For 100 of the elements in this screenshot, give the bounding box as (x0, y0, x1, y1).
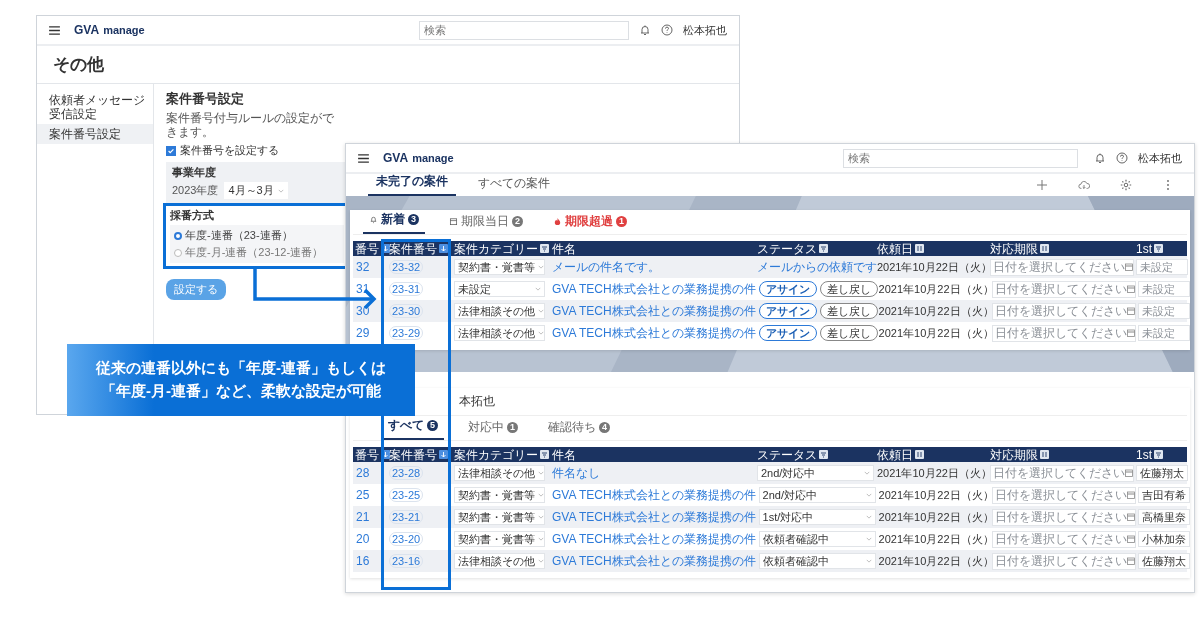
column-header[interactable]: 依頼日 (877, 241, 924, 256)
user-name[interactable]: 松本拓也 (1138, 150, 1182, 166)
category-select[interactable]: 契約書・覚書等 (454, 259, 545, 275)
category-select[interactable]: 契約書・覚書等 (454, 487, 545, 503)
subject-link[interactable]: GVA TECH株式会社との業務提携の件 (552, 552, 756, 570)
subject-link[interactable]: GVA TECH株式会社との業務提携の件 (552, 530, 756, 548)
assignee-field[interactable]: 小林加奈 (1137, 531, 1190, 547)
filter-icon[interactable] (1154, 450, 1163, 459)
column-header[interactable]: 件名 (552, 447, 576, 462)
subject-link[interactable]: GVA TECH株式会社との業務提携の件 (552, 486, 756, 504)
assignee-field[interactable]: 未設定 (1136, 259, 1188, 275)
tab[interactable]: すべての案件 (470, 175, 558, 196)
tab[interactable]: 確認待ち 4 (542, 419, 617, 440)
sort-icon[interactable] (381, 450, 390, 459)
help-icon[interactable] (661, 24, 673, 36)
radio-button[interactable] (174, 231, 182, 240)
menu-icon[interactable] (358, 153, 369, 163)
column-header[interactable]: 対応期限 (990, 241, 1049, 256)
sidebar-item[interactable]: 案件番号設定 (37, 124, 153, 144)
case-id-link[interactable]: 29 (356, 326, 370, 340)
subject-link[interactable]: GVA TECH株式会社との業務提携の件 (552, 302, 756, 320)
date-field[interactable]: 日付を選択してください (991, 508, 1136, 526)
column-header[interactable]: 案件カテゴリー (454, 241, 549, 256)
sort-icon[interactable] (381, 244, 390, 253)
assignee-field[interactable]: 未設定 (1137, 303, 1190, 319)
date-field[interactable]: 日付を選択してください (991, 552, 1136, 570)
subject-link[interactable]: 件名なし (552, 464, 600, 482)
date-field[interactable]: 日付を選択してください (991, 324, 1136, 342)
date-field[interactable]: 日付を選択してください (991, 486, 1136, 504)
case-id-link[interactable]: 32 (356, 260, 370, 274)
assignee-field[interactable]: 高橋里奈 (1137, 509, 1190, 525)
tab[interactable]: 新着 3 (363, 211, 425, 234)
tab[interactable]: 対応中 1 (462, 419, 525, 440)
column-header[interactable]: 1st (1136, 241, 1163, 256)
column-header[interactable]: 件名 (552, 241, 576, 256)
case-id-link[interactable]: 25 (356, 488, 370, 502)
cloud-download-icon[interactable] (1078, 179, 1090, 191)
bell-icon[interactable] (639, 24, 651, 36)
tab[interactable]: 期限超過 1 (547, 213, 634, 234)
column-header[interactable]: ステータス (757, 241, 828, 256)
sort-icon[interactable] (915, 450, 924, 459)
menu-icon[interactable] (49, 25, 60, 35)
case-id-link[interactable]: 20 (356, 532, 370, 546)
date-field[interactable]: 日付を選択してください (991, 302, 1136, 320)
filter-icon[interactable] (819, 244, 828, 253)
status-select[interactable]: 1st/対応中 (758, 509, 876, 525)
column-header[interactable]: 対応期限 (990, 447, 1049, 462)
status-select[interactable]: 2nd/対応中 (757, 465, 874, 481)
filter-icon[interactable] (540, 244, 549, 253)
case-id-link[interactable]: 16 (356, 554, 370, 568)
assign-button[interactable]: アサイン (758, 303, 817, 319)
checkbox[interactable] (166, 145, 176, 156)
radio-button[interactable] (174, 248, 182, 257)
tab[interactable]: 期限当日 2 (443, 213, 530, 234)
category-select[interactable]: 契約書・覚書等 (454, 531, 545, 547)
add-icon[interactable] (1036, 179, 1048, 191)
category-select[interactable]: 法律相談その他 (454, 325, 545, 341)
column-header[interactable]: ステータス (757, 447, 828, 462)
assign-button[interactable]: アサイン (758, 325, 817, 341)
status-select[interactable]: 依頼者確認中 (758, 531, 876, 547)
category-select[interactable]: 未設定 (454, 281, 545, 297)
column-header[interactable]: 依頼日 (877, 447, 924, 462)
status-select[interactable]: 2nd/対応中 (758, 487, 876, 503)
sort-icon[interactable] (915, 244, 924, 253)
user-name[interactable]: 松本拓也 (683, 22, 727, 38)
sort-icon[interactable] (439, 450, 448, 459)
status-link[interactable]: メールからの依頼です (757, 258, 877, 276)
column-header[interactable]: 案件カテゴリー (454, 447, 549, 462)
subject-link[interactable]: GVA TECH株式会社との業務提携の件 (552, 280, 756, 298)
subject-link[interactable]: GVA TECH株式会社との業務提携の件 (552, 324, 756, 342)
case-id-link[interactable]: 21 (356, 510, 370, 524)
subject-link[interactable]: メールの件名です。 (552, 258, 660, 276)
category-select[interactable]: 法律相談その他 (454, 465, 545, 481)
category-select[interactable]: 法律相談その他 (454, 553, 545, 569)
date-field[interactable]: 日付を選択してください (991, 530, 1136, 548)
column-header[interactable]: 番号 (355, 447, 390, 462)
assignee-field[interactable]: 未設定 (1137, 325, 1190, 341)
filter-icon[interactable] (540, 450, 549, 459)
filter-icon[interactable] (819, 450, 828, 459)
date-field[interactable]: 日付を選択してください (990, 464, 1134, 482)
subject-link[interactable]: GVA TECH株式会社との業務提携の件 (552, 508, 756, 526)
assignee-field[interactable]: 吉田有希 (1137, 487, 1190, 503)
status-select[interactable]: 依頼者確認中 (758, 553, 876, 569)
date-field[interactable]: 日付を選択してください (990, 258, 1134, 276)
return-button[interactable]: 差し戻し (819, 281, 878, 297)
return-button[interactable]: 差し戻し (819, 303, 878, 319)
case-id-link[interactable]: 28 (356, 466, 370, 480)
assignee-field[interactable]: 佐藤翔太 (1136, 465, 1188, 481)
category-select[interactable]: 法律相談その他 (454, 303, 545, 319)
search-field[interactable]: 検索 (419, 20, 629, 40)
column-header[interactable]: 1st (1136, 447, 1163, 462)
category-select[interactable]: 契約書・覚書等 (454, 509, 545, 525)
search-field[interactable]: 検索 (843, 148, 1078, 168)
sort-icon[interactable] (1040, 450, 1049, 459)
help-icon[interactable] (1116, 152, 1128, 164)
sort-icon[interactable] (1040, 244, 1049, 253)
filter-icon[interactable] (1154, 244, 1163, 253)
assignee-field[interactable]: 佐藤翔太 (1137, 553, 1190, 569)
settings-icon[interactable] (1120, 179, 1132, 191)
sidebar-item[interactable]: 依頼者メッセージ受信設定 (37, 90, 153, 124)
